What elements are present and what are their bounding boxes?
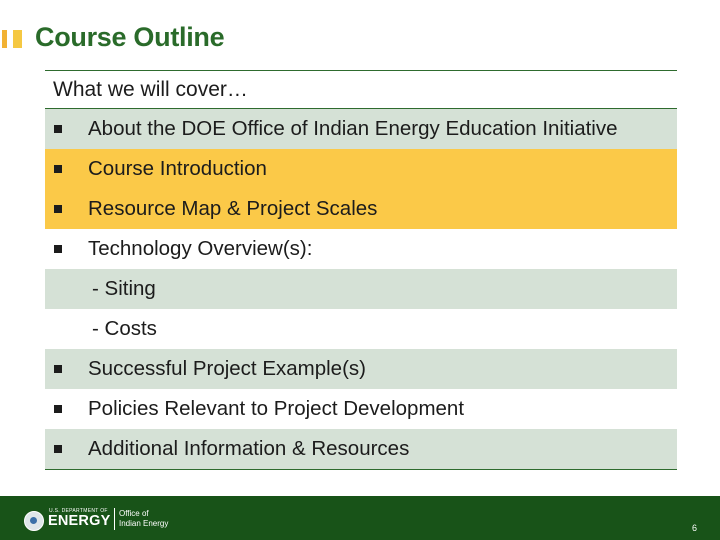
accent-bar-right xyxy=(13,30,22,48)
square-bullet-icon xyxy=(54,365,62,373)
outline-item: Policies Relevant to Project Development xyxy=(45,389,677,429)
square-bullet-icon xyxy=(54,205,62,213)
outline-item-label: Technology Overview(s): xyxy=(88,237,313,260)
outline-item-label: Policies Relevant to Project Development xyxy=(88,397,465,420)
outline-subitem: - Siting xyxy=(45,269,677,309)
outline-item-label: About the DOE Office of Indian Energy Ed… xyxy=(88,117,618,140)
slide-title: Course Outline xyxy=(35,22,225,52)
outline-subitem-label: - Siting xyxy=(92,277,156,300)
outline-subitem-label: - Costs xyxy=(92,317,157,340)
outline-item-label: Course Introduction xyxy=(88,157,267,180)
square-bullet-icon xyxy=(54,165,62,173)
doe-seal-icon xyxy=(24,511,44,531)
outline-item-highlighted: Resource Map & Project Scales xyxy=(45,189,677,229)
course-outline-table: What we will cover… About the DOE Office… xyxy=(45,70,677,470)
outline-item: Successful Project Example(s) xyxy=(45,349,677,389)
page-number: 6 xyxy=(691,523,697,533)
office-name-line1: Office of xyxy=(119,509,149,518)
office-name-line2: Indian Energy xyxy=(119,519,169,528)
outline-item-highlighted: Course Introduction xyxy=(45,149,677,189)
square-bullet-icon xyxy=(54,245,62,253)
outline-header: What we will cover… xyxy=(45,71,677,109)
accent-bar-left xyxy=(2,30,7,48)
outline-item-label: Successful Project Example(s) xyxy=(88,357,366,380)
outline-item: Technology Overview(s): xyxy=(45,229,677,269)
outline-item-label: Resource Map & Project Scales xyxy=(88,197,378,220)
square-bullet-icon xyxy=(54,125,62,133)
square-bullet-icon xyxy=(54,405,62,413)
outline-item-label: Additional Information & Resources xyxy=(88,437,410,460)
doe-logo-wordmark: ENERGY xyxy=(48,513,111,529)
outline-item: About the DOE Office of Indian Energy Ed… xyxy=(45,109,677,149)
outline-item: Additional Information & Resources xyxy=(45,429,677,469)
square-bullet-icon xyxy=(54,445,62,453)
outline-subitem: - Costs xyxy=(45,309,677,349)
logo-divider xyxy=(114,508,115,530)
